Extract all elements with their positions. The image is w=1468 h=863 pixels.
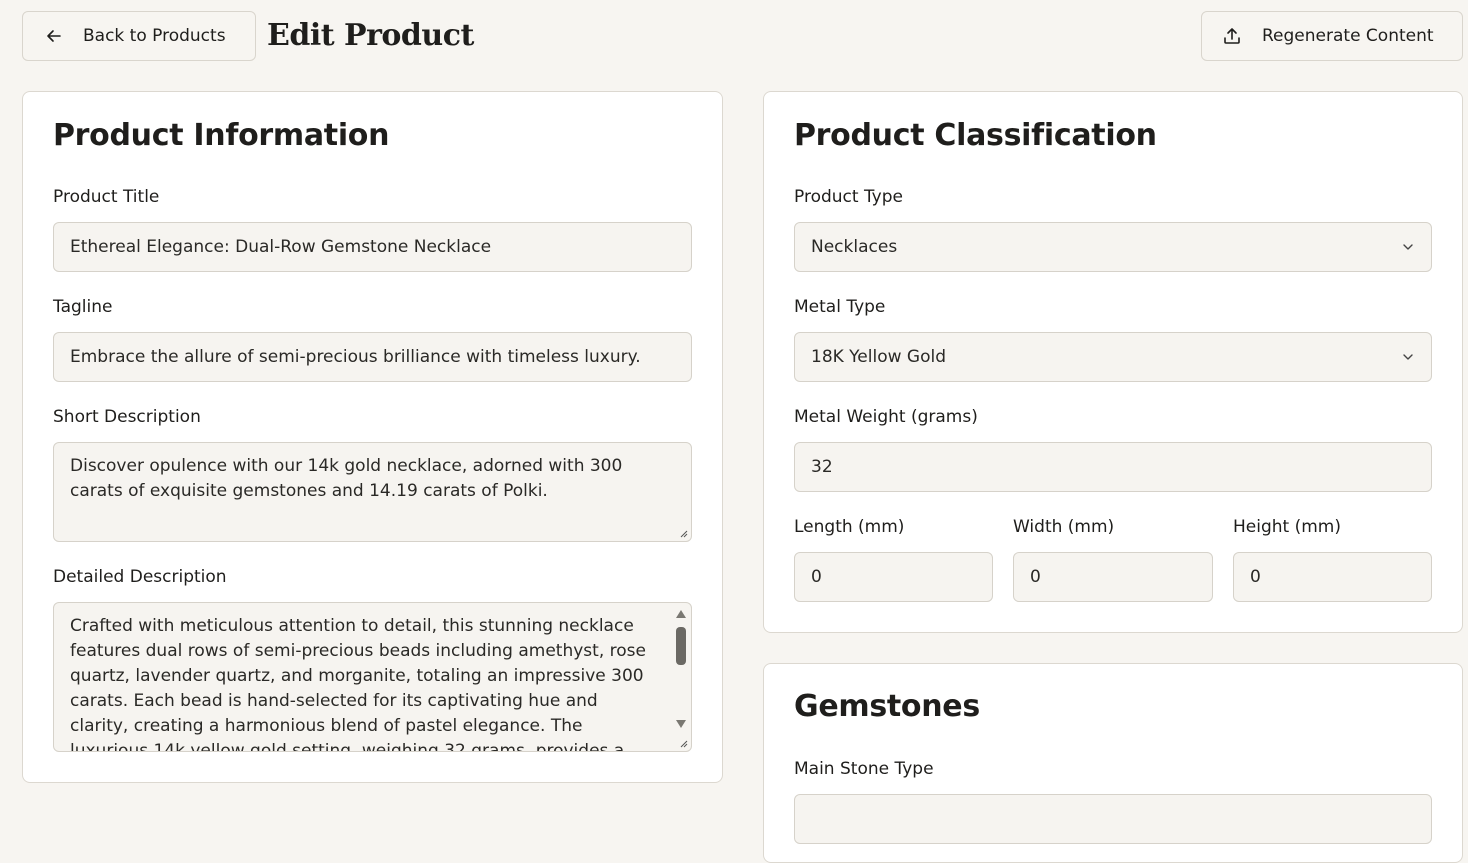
short-description-textarea[interactable]: Discover opulence with our 14k gold neck… bbox=[53, 442, 692, 542]
chevron-down-icon bbox=[1401, 350, 1415, 364]
main-stone-type-label: Main Stone Type bbox=[794, 759, 934, 779]
regenerate-button-label: Regenerate Content bbox=[1262, 26, 1434, 46]
length-label: Length (mm) bbox=[794, 517, 905, 537]
short-description-value: Discover opulence with our 14k gold neck… bbox=[70, 456, 623, 501]
product-type-value: Necklaces bbox=[811, 237, 898, 257]
metal-weight-input[interactable]: 32 bbox=[794, 442, 1432, 492]
short-description-label: Short Description bbox=[53, 407, 201, 427]
length-input[interactable]: 0 bbox=[794, 552, 993, 602]
metal-type-label: Metal Type bbox=[794, 297, 886, 317]
arrow-left-icon bbox=[45, 27, 63, 45]
detailed-description-textarea[interactable]: Crafted with meticulous attention to det… bbox=[53, 602, 692, 752]
metal-type-select[interactable]: 18K Yellow Gold bbox=[794, 332, 1432, 382]
resize-grip-icon[interactable] bbox=[678, 528, 688, 538]
width-label: Width (mm) bbox=[1013, 517, 1115, 537]
product-title-label: Product Title bbox=[53, 187, 160, 207]
top-bar: Back to Products Edit Product Regenerate… bbox=[22, 11, 1463, 61]
height-input[interactable]: 0 bbox=[1233, 552, 1432, 602]
regenerate-content-button[interactable]: Regenerate Content bbox=[1201, 11, 1463, 61]
detailed-description-label: Detailed Description bbox=[53, 567, 227, 587]
upload-icon bbox=[1222, 26, 1242, 46]
width-input[interactable]: 0 bbox=[1013, 552, 1213, 602]
card-title: Product Classification bbox=[794, 118, 1157, 153]
resize-grip-icon[interactable] bbox=[678, 738, 688, 748]
scroll-down-icon[interactable] bbox=[675, 719, 687, 729]
product-type-select[interactable]: Necklaces bbox=[794, 222, 1432, 272]
back-to-products-button[interactable]: Back to Products bbox=[22, 11, 256, 61]
height-label: Height (mm) bbox=[1233, 517, 1341, 537]
tagline-value: Embrace the allure of semi-precious bril… bbox=[70, 347, 641, 367]
metal-weight-label: Metal Weight (grams) bbox=[794, 407, 978, 427]
product-classification-card: Product Classification Product Type Neck… bbox=[763, 91, 1463, 633]
scroll-thumb[interactable] bbox=[676, 627, 686, 665]
metal-weight-value: 32 bbox=[811, 457, 833, 477]
card-title: Product Information bbox=[53, 118, 390, 153]
product-title-input[interactable]: Ethereal Elegance: Dual-Row Gemstone Nec… bbox=[53, 222, 692, 272]
product-type-label: Product Type bbox=[794, 187, 903, 207]
width-value: 0 bbox=[1030, 567, 1041, 587]
scroll-up-icon[interactable] bbox=[675, 609, 687, 619]
gemstones-card: Gemstones Main Stone Type bbox=[763, 663, 1463, 863]
detailed-description-value: Crafted with meticulous attention to det… bbox=[70, 616, 646, 752]
product-information-card: Product Information Product Title Ethere… bbox=[22, 91, 723, 783]
back-button-label: Back to Products bbox=[83, 26, 226, 46]
metal-type-value: 18K Yellow Gold bbox=[811, 347, 947, 367]
chevron-down-icon bbox=[1401, 240, 1415, 254]
product-title-value: Ethereal Elegance: Dual-Row Gemstone Nec… bbox=[70, 237, 492, 257]
card-title: Gemstones bbox=[794, 689, 980, 724]
height-value: 0 bbox=[1250, 567, 1261, 587]
tagline-input[interactable]: Embrace the allure of semi-precious bril… bbox=[53, 332, 692, 382]
scrollbar[interactable] bbox=[674, 607, 688, 735]
main-stone-type-select[interactable] bbox=[794, 794, 1432, 844]
tagline-label: Tagline bbox=[53, 297, 113, 317]
length-value: 0 bbox=[811, 567, 822, 587]
page-title: Edit Product bbox=[267, 18, 474, 53]
